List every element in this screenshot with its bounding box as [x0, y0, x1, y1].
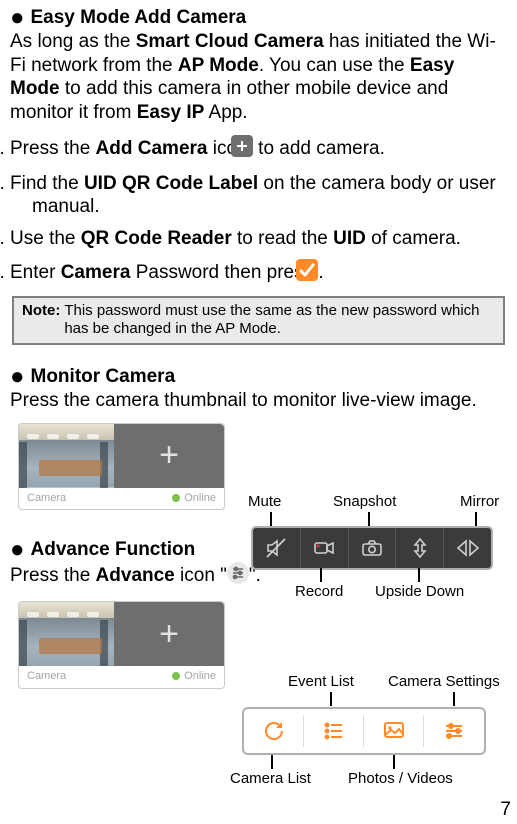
text: icon ": [175, 565, 227, 586]
snapshot-button[interactable]: [349, 528, 397, 568]
text: to add camera.: [253, 138, 385, 159]
advance-toolbar-callout: Event List Camera Settings Camera List P…: [238, 675, 516, 800]
text: Find the: [10, 173, 84, 194]
text: Press the: [10, 565, 96, 586]
text: UID QR Code Label: [84, 173, 258, 194]
label-mirror: Mirror: [460, 493, 499, 512]
live-control-callout: Mute Snapshot Mirror Record Upside Down: [250, 495, 515, 605]
page-number: 7: [500, 798, 511, 822]
advance-icon: [227, 562, 249, 591]
leader-line: [393, 755, 395, 769]
plus-icon: +: [159, 613, 179, 656]
add-camera-slot[interactable]: +: [114, 424, 224, 488]
step-2: Find the UID QR Code Label on the camera…: [10, 172, 507, 220]
mute-button[interactable]: [253, 528, 301, 568]
leader-line: [453, 692, 455, 706]
bullet-icon: ●: [10, 4, 25, 31]
leader-line: [320, 568, 322, 582]
speaker-mute-icon: [264, 536, 288, 560]
leader-line: [475, 512, 477, 526]
camera-status: Online: [172, 670, 216, 684]
note-label: Note:: [22, 302, 60, 340]
label-mute: Mute: [248, 493, 281, 512]
upside-down-button[interactable]: [396, 528, 444, 568]
flip-horizontal-icon: [454, 536, 482, 560]
text: AP Mode: [178, 55, 259, 76]
record-button[interactable]: [301, 528, 349, 568]
text: Easy IP: [137, 102, 205, 123]
text: Advance: [96, 565, 175, 586]
step-3: Use the QR Code Reader to read the UID o…: [10, 227, 507, 251]
step-1: Press the Add Camera icon to add camera.: [10, 135, 507, 164]
label-event-list: Event List: [288, 673, 354, 692]
text: Smart Cloud Camera: [136, 31, 324, 52]
flip-vertical-icon: [408, 536, 432, 560]
refresh-icon: [260, 717, 288, 745]
bullet-icon: ●: [10, 536, 25, 563]
leader-line: [330, 692, 332, 706]
advance-toolbar: [242, 707, 486, 755]
text: App.: [204, 102, 247, 123]
text: Enter: [10, 262, 61, 283]
label-snapshot: Snapshot: [333, 493, 396, 512]
add-camera-slot[interactable]: +: [114, 602, 224, 666]
heading-text: Monitor Camera: [31, 366, 176, 387]
camera-list-button[interactable]: [244, 709, 304, 753]
leader-line: [270, 512, 272, 526]
bullet-icon: ●: [10, 363, 25, 390]
photos-videos-button[interactable]: [364, 709, 424, 753]
text: Password then press: [130, 262, 318, 283]
videocam-icon: [312, 536, 336, 560]
plus-icon: +: [159, 434, 179, 477]
live-control-bar: [251, 526, 493, 570]
para-monitor: Press the camera thumbnail to monitor li…: [10, 389, 507, 413]
label-camera-settings: Camera Settings: [388, 673, 500, 692]
label-upside-down: Upside Down: [375, 583, 464, 602]
camera-thumbnail-card[interactable]: + Camera Online: [18, 423, 225, 511]
heading-text: Easy Mode Add Camera: [31, 7, 247, 28]
label-camera-list: Camera List: [230, 770, 311, 789]
text: UID: [333, 228, 366, 249]
heading-easy-mode: ● Easy Mode Add Camera: [10, 6, 507, 30]
text: . You can use the: [259, 55, 410, 76]
camera-thumbnail-card[interactable]: + Camera Online: [18, 601, 225, 689]
label-photos-videos: Photos / Videos: [348, 770, 453, 789]
status-text: Online: [184, 492, 216, 504]
note-text: This password must use the same as the n…: [64, 302, 495, 340]
list-icon: [320, 717, 348, 745]
note-box: Note: This password must use the same as…: [12, 296, 505, 346]
text: As long as the: [10, 31, 136, 52]
steps-list: Press the Add Camera icon to add camera.…: [10, 135, 507, 288]
leader-line: [368, 512, 370, 526]
step-4: Enter Camera Password then press .: [10, 259, 507, 288]
camera-preview-image[interactable]: [19, 424, 114, 488]
text: .: [318, 262, 323, 283]
event-list-button[interactable]: [304, 709, 364, 753]
text: to read the: [232, 228, 333, 249]
text: of camera.: [366, 228, 461, 249]
sliders-icon: [440, 717, 468, 745]
para-easy-mode: As long as the Smart Cloud Camera has in…: [10, 30, 507, 125]
gallery-icon: [380, 717, 408, 745]
camera-name: Camera: [27, 670, 66, 684]
leader-line: [271, 755, 273, 769]
camera-icon: [360, 536, 384, 560]
text: Press the: [10, 138, 96, 159]
status-dot-icon: [172, 672, 180, 680]
mirror-button[interactable]: [444, 528, 491, 568]
camera-settings-button[interactable]: [424, 709, 484, 753]
camera-name: Camera: [27, 492, 66, 506]
camera-status: Online: [172, 492, 216, 506]
text: Use the: [10, 228, 81, 249]
heading-text: Advance Function: [31, 539, 196, 560]
heading-monitor: ● Monitor Camera: [10, 365, 507, 389]
camera-preview-image[interactable]: [19, 602, 114, 666]
status-text: Online: [184, 670, 216, 682]
leader-line: [418, 568, 420, 582]
text: QR Code Reader: [81, 228, 232, 249]
status-dot-icon: [172, 494, 180, 502]
text: Add Camera: [96, 138, 208, 159]
label-record: Record: [295, 583, 343, 602]
text: Camera: [61, 262, 131, 283]
